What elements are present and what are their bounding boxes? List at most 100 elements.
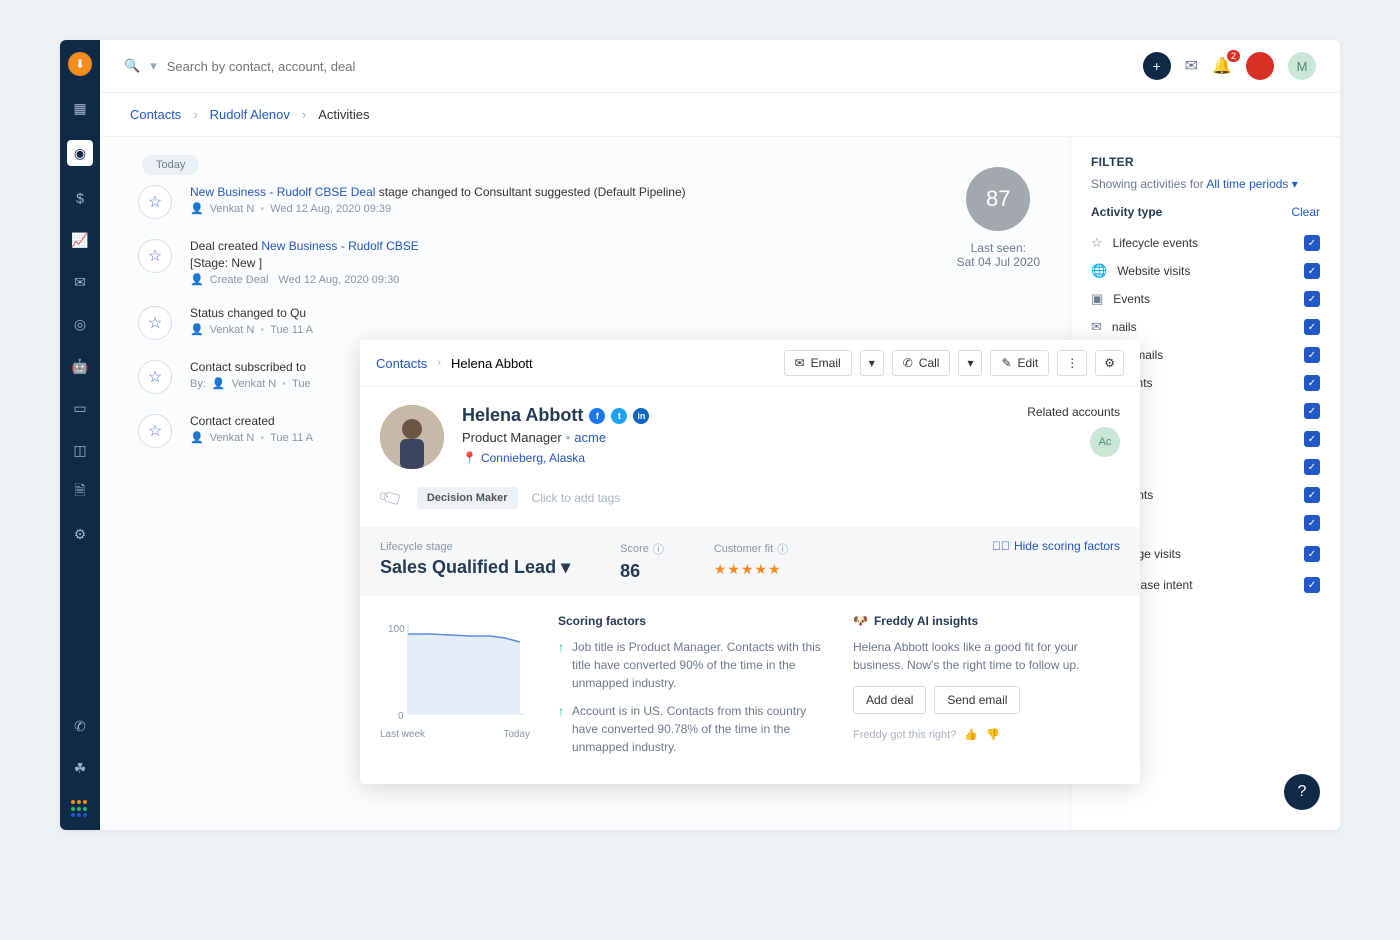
deals-icon[interactable]: $ xyxy=(70,188,90,208)
stage-dropdown[interactable]: Sales Qualified Lead ▾ xyxy=(380,557,570,578)
arrow-up-icon: ↑ xyxy=(558,638,564,692)
hide-scoring-link[interactable]: 👁⃠ Hide scoring factors xyxy=(992,539,1120,553)
timeline-item: ☆ Deal created New Business - Rudolf CBS… xyxy=(138,239,1042,286)
tag-icon: 🏷 xyxy=(376,483,406,513)
star-icon[interactable]: ☆ xyxy=(138,239,172,273)
reports-icon[interactable]: ▭ xyxy=(70,398,90,418)
filter-item[interactable]: ▣Events✓ xyxy=(1091,285,1320,313)
star-icon[interactable]: ☆ xyxy=(138,306,172,340)
notif-badge: 2 xyxy=(1227,50,1240,62)
contact-name: Helena Abbott f t in xyxy=(462,405,1009,426)
help-button[interactable]: ? xyxy=(1284,774,1320,810)
add-deal-button[interactable]: Add deal xyxy=(853,686,926,714)
gear-icon[interactable]: ⚙ xyxy=(70,524,90,544)
today-pill: Today xyxy=(142,155,199,175)
checkbox[interactable]: ✓ xyxy=(1304,235,1320,251)
send-email-button[interactable]: Send email xyxy=(934,686,1020,714)
brand-logo: ⬇ xyxy=(68,52,92,76)
filter-type-icon: 🌐 xyxy=(1091,263,1107,279)
call-button[interactable]: ✆ Call xyxy=(892,350,951,376)
timeline-item: ☆ Status changed to Qu 👤Venkat N•Tue 11 … xyxy=(138,306,1042,340)
filter-item[interactable]: ✉nails✓ xyxy=(1091,313,1320,341)
box-icon[interactable]: ◫ xyxy=(70,440,90,460)
modal-bc-name: Helena Abbott xyxy=(451,356,533,371)
checkbox[interactable]: ✓ xyxy=(1304,515,1320,531)
info-icon[interactable]: ⓘ xyxy=(777,541,788,557)
svg-text:100: 100 xyxy=(388,624,405,635)
call-dropdown[interactable]: ▾ xyxy=(958,350,982,376)
company-link[interactable]: acme xyxy=(574,430,606,445)
star-icon[interactable]: ☆ xyxy=(138,185,172,219)
checkbox[interactable]: ✓ xyxy=(1304,546,1320,562)
score-value: 86 xyxy=(620,561,664,582)
chat-icon[interactable]: ✉ xyxy=(70,272,90,292)
star-icon[interactable]: ☆ xyxy=(138,414,172,448)
add-tag[interactable]: Click to add tags xyxy=(532,491,621,505)
deal-link[interactable]: New Business - Rudolf CBSE Deal xyxy=(190,185,375,199)
edit-button[interactable]: ✎ Edit xyxy=(990,350,1049,376)
email-button[interactable]: ✉ Email xyxy=(784,350,852,376)
topbar: 🔍 ▾ + ✉ 🔔2 M xyxy=(100,40,1340,93)
checkbox[interactable]: ✓ xyxy=(1304,577,1320,593)
checkbox[interactable]: ✓ xyxy=(1304,431,1320,447)
star-icon[interactable]: ☆ xyxy=(138,360,172,394)
checkbox[interactable]: ✓ xyxy=(1304,487,1320,503)
checkbox[interactable]: ✓ xyxy=(1304,459,1320,475)
doc-icon[interactable]: 🗎 xyxy=(70,482,90,502)
checkbox[interactable]: ✓ xyxy=(1304,319,1320,335)
filter-type-icon: ▣ xyxy=(1091,291,1103,307)
score-card: 87 Last seen: Sat 04 Jul 2020 xyxy=(957,167,1040,269)
period-dropdown[interactable]: All time periods ▾ xyxy=(1206,177,1297,191)
gear-icon[interactable]: ⚙ xyxy=(1095,350,1124,376)
deal-link[interactable]: New Business - Rudolf CBSE xyxy=(261,239,418,253)
modal-bc-contacts[interactable]: Contacts xyxy=(376,356,427,371)
filter-type-icon: ☆ xyxy=(1091,235,1103,251)
filter-item[interactable]: 🌐Website visits✓ xyxy=(1091,257,1320,285)
search-box[interactable]: 🔍 ▾ xyxy=(124,58,1129,74)
bot-icon[interactable]: 🤖 xyxy=(70,356,90,376)
bell-icon[interactable]: 🔔2 xyxy=(1212,56,1232,76)
score-mini-chart: 100 0 Last weekToday xyxy=(380,614,530,766)
phone-icon[interactable]: ✆ xyxy=(70,716,90,736)
search-input[interactable] xyxy=(167,59,1129,74)
more-icon[interactable]: ⋮ xyxy=(1057,350,1087,376)
score-value: 87 xyxy=(966,167,1030,231)
filter-item[interactable]: ☆Lifecycle events✓ xyxy=(1091,229,1320,257)
facebook-icon[interactable]: f xyxy=(589,408,605,424)
mail-icon[interactable]: ✉ xyxy=(1185,56,1198,76)
alert-avatar[interactable] xyxy=(1246,52,1274,80)
checkbox[interactable]: ✓ xyxy=(1304,403,1320,419)
breadcrumb-current: Activities xyxy=(318,107,369,122)
checkbox[interactable]: ✓ xyxy=(1304,375,1320,391)
calendar-icon[interactable]: ▦ xyxy=(70,98,90,118)
breadcrumb-contacts[interactable]: Contacts xyxy=(130,107,181,122)
filter-type-icon: ✉ xyxy=(1091,319,1102,335)
chevron-right-icon: › xyxy=(437,357,441,369)
chevron-down-icon[interactable]: ▾ xyxy=(150,58,157,74)
analytics-icon[interactable]: 📈 xyxy=(70,230,90,250)
location-link[interactable]: Connieberg, Alaska xyxy=(481,451,585,465)
clear-link[interactable]: Clear xyxy=(1291,205,1320,219)
contacts-icon[interactable]: ◉ xyxy=(67,140,93,166)
checkbox[interactable]: ✓ xyxy=(1304,263,1320,279)
add-button[interactable]: + xyxy=(1143,52,1171,80)
thumbs-down-icon[interactable]: 👎 xyxy=(986,728,1000,741)
leaf-icon[interactable]: ☘ xyxy=(70,758,90,778)
twitter-icon[interactable]: t xyxy=(611,408,627,424)
checkbox[interactable]: ✓ xyxy=(1304,347,1320,363)
target-icon[interactable]: ◎ xyxy=(70,314,90,334)
chevron-right-icon: › xyxy=(193,107,197,122)
user-avatar[interactable]: M xyxy=(1288,52,1316,80)
user-icon: 👤 xyxy=(190,202,204,215)
thumbs-up-icon[interactable]: 👍 xyxy=(964,728,978,741)
email-dropdown[interactable]: ▾ xyxy=(860,350,884,376)
info-icon[interactable]: ⓘ xyxy=(653,541,664,557)
linkedin-icon[interactable]: in xyxy=(633,408,649,424)
chevron-right-icon: › xyxy=(302,107,306,122)
checkbox[interactable]: ✓ xyxy=(1304,291,1320,307)
nav-sidebar: ⬇ ▦ ◉ $ 📈 ✉ ◎ 🤖 ▭ ◫ 🗎 ⚙ ✆ ☘ xyxy=(60,40,100,830)
breadcrumb-person[interactable]: Rudolf Alenov xyxy=(210,107,290,122)
apps-icon[interactable] xyxy=(71,800,89,818)
tag-item[interactable]: Decision Maker xyxy=(417,487,518,509)
related-account[interactable]: Ac xyxy=(1090,427,1120,457)
